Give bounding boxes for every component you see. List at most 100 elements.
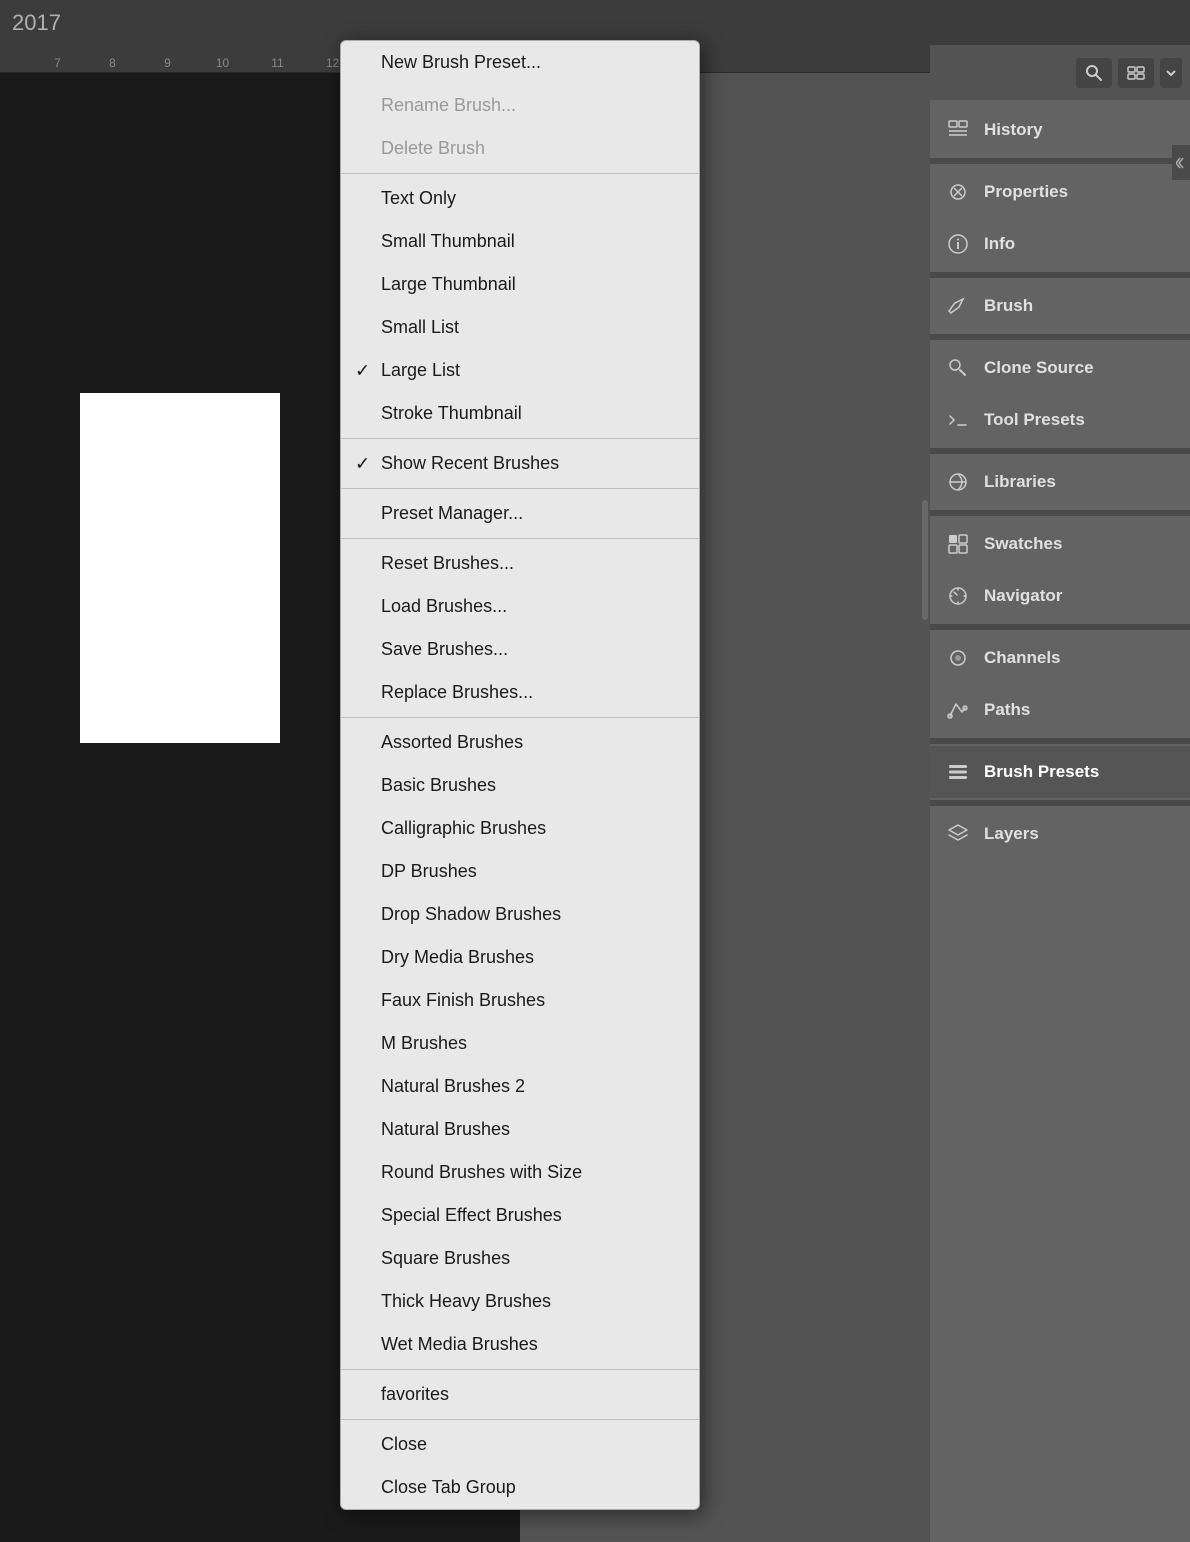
panel-item-label-swatches: Swatches — [984, 534, 1062, 554]
panel-item-label-layers: Layers — [984, 824, 1039, 844]
separator-after-stroke-thumbnail — [341, 438, 699, 439]
panel-item-clone-source[interactable]: Clone Source — [930, 342, 1190, 394]
menu-item-favorites[interactable]: favorites — [341, 1373, 699, 1416]
menu-item-large-thumbnail[interactable]: Large Thumbnail — [341, 263, 699, 306]
divider-after-info — [930, 272, 1190, 278]
menu-item-delete-brush: Delete Brush — [341, 127, 699, 170]
search-button[interactable] — [1076, 58, 1112, 88]
separator-after-delete-brush — [341, 173, 699, 174]
menu-item-m-brushes[interactable]: M Brushes — [341, 1022, 699, 1065]
panel-item-layers[interactable]: Layers — [930, 808, 1190, 860]
menu-item-natural-brushes-2[interactable]: Natural Brushes 2 — [341, 1065, 699, 1108]
brush-icon — [942, 290, 974, 322]
panel-item-label-paths: Paths — [984, 700, 1030, 720]
panel-item-properties[interactable]: Properties — [930, 166, 1190, 218]
menu-item-basic-brushes[interactable]: Basic Brushes — [341, 764, 699, 807]
panel-scrollbar[interactable] — [922, 500, 928, 620]
menu-item-wet-media-brushes[interactable]: Wet Media Brushes — [341, 1323, 699, 1366]
menu-item-dry-media-brushes[interactable]: Dry Media Brushes — [341, 936, 699, 979]
menu-item-save-brushes[interactable]: Save Brushes... — [341, 628, 699, 671]
menu-item-small-list[interactable]: Small List — [341, 306, 699, 349]
divider-after-libraries — [930, 510, 1190, 516]
menu-item-natural-brushes[interactable]: Natural Brushes — [341, 1108, 699, 1151]
menu-item-dp-brushes[interactable]: DP Brushes — [341, 850, 699, 893]
libraries-icon — [942, 466, 974, 498]
panel-layout-button[interactable] — [1118, 58, 1154, 88]
divider-after-history — [930, 158, 1190, 164]
panel-item-label-tool-presets: Tool Presets — [984, 410, 1085, 430]
panel-item-libraries[interactable]: Libraries — [930, 456, 1190, 508]
brush-presets-icon — [942, 756, 974, 788]
panel-item-swatches[interactable]: Swatches — [930, 518, 1190, 570]
panel-item-channels[interactable]: Channels — [930, 632, 1190, 684]
separator-after-show-recent-brushes — [341, 488, 699, 489]
menu-item-large-list[interactable]: Large List — [341, 349, 699, 392]
menu-item-round-brushes-with-size[interactable]: Round Brushes with Size — [341, 1151, 699, 1194]
menu-item-square-brushes[interactable]: Square Brushes — [341, 1237, 699, 1280]
divider-after-navigator — [930, 624, 1190, 630]
menu-item-assorted-brushes[interactable]: Assorted Brushes — [341, 721, 699, 764]
panel-item-paths[interactable]: Paths — [930, 684, 1190, 736]
panel-item-label-brush-presets: Brush Presets — [984, 762, 1099, 782]
menu-item-load-brushes[interactable]: Load Brushes... — [341, 585, 699, 628]
divider-after-tool-presets — [930, 448, 1190, 454]
menu-item-small-thumbnail[interactable]: Small Thumbnail — [341, 220, 699, 263]
panel-topbar — [930, 45, 1190, 100]
ruler-mark-9: 9 — [140, 56, 195, 70]
menu-item-text-only[interactable]: Text Only — [341, 177, 699, 220]
menu-item-close-tab-group[interactable]: Close Tab Group — [341, 1466, 699, 1509]
menu-item-replace-brushes[interactable]: Replace Brushes... — [341, 671, 699, 714]
tool-presets-icon — [942, 404, 974, 436]
divider-after-paths — [930, 738, 1190, 744]
ruler-mark-11: 11 — [250, 56, 305, 70]
menu-item-close[interactable]: Close — [341, 1423, 699, 1466]
separator-after-preset-manager — [341, 538, 699, 539]
ruler-mark-8: 8 — [85, 56, 140, 70]
panel-chevron-button[interactable] — [1160, 58, 1182, 88]
title-bar: 2017 — [0, 0, 1190, 45]
collapse-panel-button[interactable] — [1172, 145, 1190, 180]
ruler-mark-10: 10 — [195, 56, 250, 70]
menu-item-special-effect-brushes[interactable]: Special Effect Brushes — [341, 1194, 699, 1237]
menu-item-reset-brushes[interactable]: Reset Brushes... — [341, 542, 699, 585]
right-panel: History Properties Info Brush Clone Source To… — [930, 45, 1190, 1542]
panel-item-label-properties: Properties — [984, 182, 1068, 202]
panel-item-info[interactable]: Info — [930, 218, 1190, 270]
panel-item-label-channels: Channels — [984, 648, 1061, 668]
paths-icon — [942, 694, 974, 726]
info-icon — [942, 228, 974, 260]
divider-after-brush — [930, 334, 1190, 340]
context-menu: New Brush Preset...Rename Brush...Delete… — [340, 40, 700, 1510]
panel-item-navigator[interactable]: Navigator — [930, 570, 1190, 622]
separator-after-favorites — [341, 1419, 699, 1420]
menu-item-calligraphic-brushes[interactable]: Calligraphic Brushes — [341, 807, 699, 850]
separator-after-wet-media-brushes — [341, 1369, 699, 1370]
app-year: 2017 — [12, 10, 61, 36]
menu-item-preset-manager[interactable]: Preset Manager... — [341, 492, 699, 535]
menu-item-stroke-thumbnail[interactable]: Stroke Thumbnail — [341, 392, 699, 435]
document-canvas — [80, 393, 280, 743]
separator-after-replace-brushes — [341, 717, 699, 718]
history-icon — [942, 114, 974, 146]
properties-icon — [942, 176, 974, 208]
panel-item-label-navigator: Navigator — [984, 586, 1062, 606]
ruler-mark-7: 7 — [30, 56, 85, 70]
menu-item-new-brush-preset[interactable]: New Brush Preset... — [341, 41, 699, 84]
navigator-icon — [942, 580, 974, 612]
layers-icon — [942, 818, 974, 850]
panel-item-tool-presets[interactable]: Tool Presets — [930, 394, 1190, 446]
menu-item-drop-shadow-brushes[interactable]: Drop Shadow Brushes — [341, 893, 699, 936]
panel-item-label-history: History — [984, 120, 1043, 140]
panel-item-label-libraries: Libraries — [984, 472, 1056, 492]
ruler-marks: 7 8 9 10 11 12 — [30, 45, 360, 72]
divider-after-brush-presets — [930, 800, 1190, 806]
menu-item-faux-finish-brushes[interactable]: Faux Finish Brushes — [341, 979, 699, 1022]
menu-item-thick-heavy-brushes[interactable]: Thick Heavy Brushes — [341, 1280, 699, 1323]
menu-item-show-recent-brushes[interactable]: Show Recent Brushes — [341, 442, 699, 485]
panel-item-label-brush: Brush — [984, 296, 1033, 316]
panel-items-list: History Properties Info Brush Clone Source To… — [930, 100, 1190, 864]
panel-item-history[interactable]: History — [930, 104, 1190, 156]
swatches-icon — [942, 528, 974, 560]
panel-item-brush-presets[interactable]: Brush Presets — [930, 746, 1190, 798]
panel-item-brush[interactable]: Brush — [930, 280, 1190, 332]
